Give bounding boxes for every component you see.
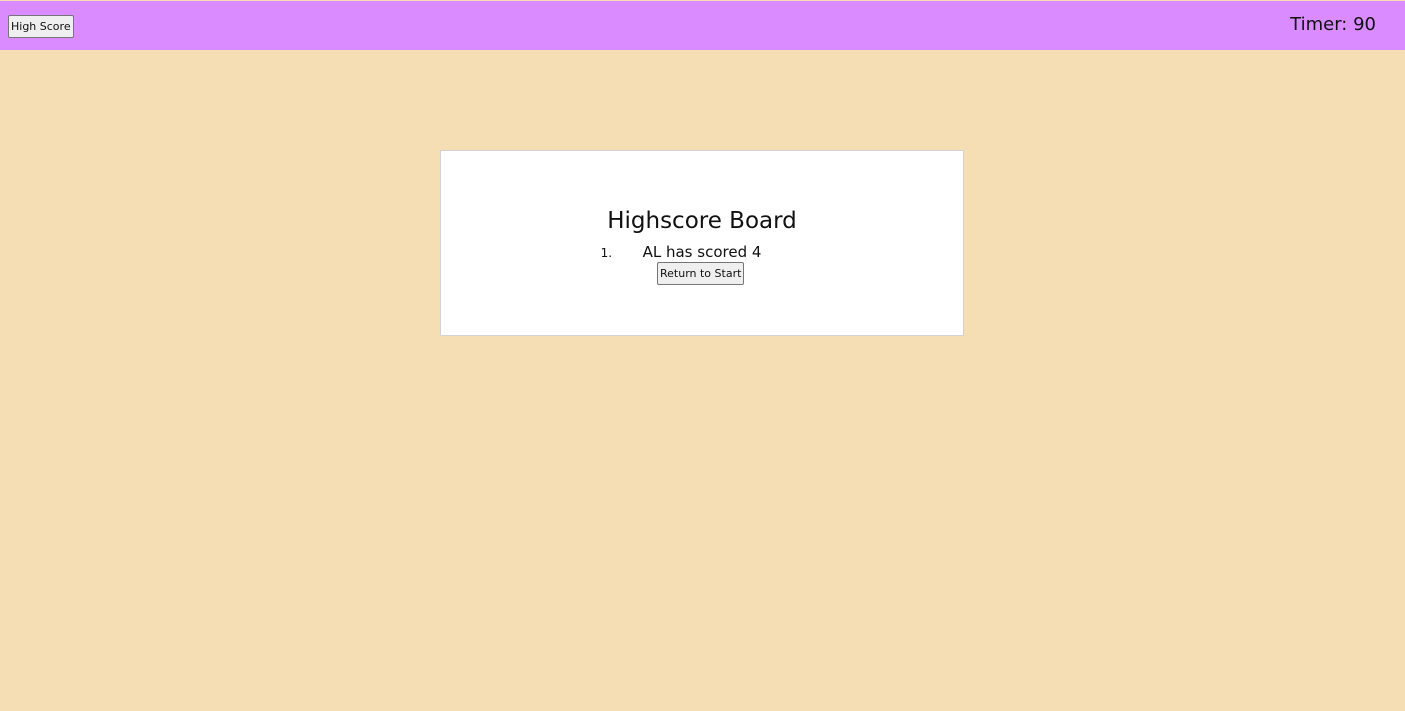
score-list-item: 1. AL has scored 4 bbox=[441, 243, 963, 263]
timer-display: Timer: 90 bbox=[1290, 14, 1376, 35]
high-score-button[interactable]: High Score bbox=[8, 15, 74, 38]
score-text: AL has scored 4 bbox=[642, 243, 762, 261]
top-bar: High Score Timer: 90 bbox=[0, 1, 1405, 50]
score-rank: 1. bbox=[600, 246, 613, 260]
score-list: 1. AL has scored 4 bbox=[441, 243, 963, 263]
highscore-card: Highscore Board 1. AL has scored 4 Retur… bbox=[440, 150, 964, 336]
return-to-start-button[interactable]: Return to Start bbox=[657, 262, 745, 285]
highscore-title: Highscore Board bbox=[607, 208, 797, 234]
